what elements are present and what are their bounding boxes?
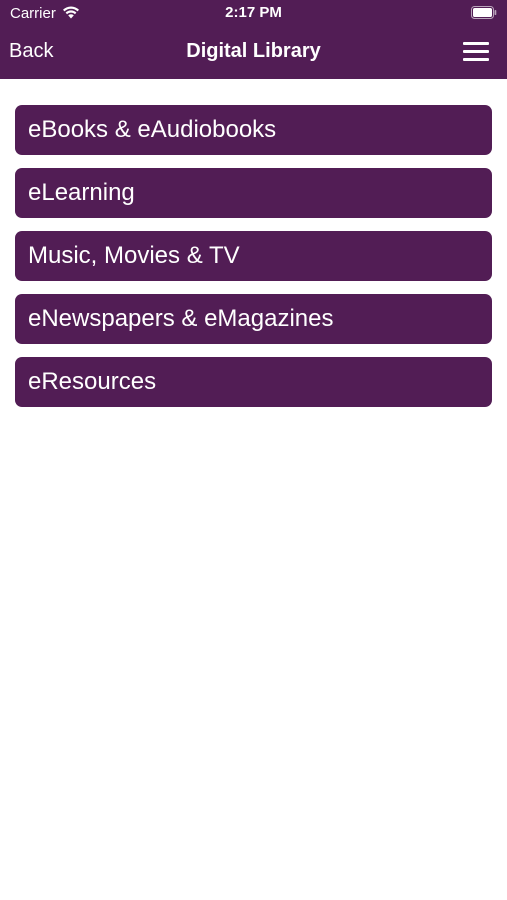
status-time: 2:17 PM [225, 4, 282, 21]
menu-item-music-movies-tv[interactable]: Music, Movies & TV [15, 231, 492, 281]
status-bar: Carrier 2:17 PM [0, 0, 507, 28]
app-screen: Carrier 2:17 PM Back Digital Library eBo… [0, 0, 507, 900]
menu-item-label: eLearning [28, 179, 135, 206]
menu-item-label: eResources [28, 368, 157, 395]
page-title: Digital Library [186, 40, 321, 62]
menu-item-eresources[interactable]: eResources [15, 357, 492, 407]
menu-item-label: Music, Movies & TV [28, 242, 240, 269]
top-bar: Carrier 2:17 PM Back Digital Library [0, 0, 507, 79]
hamburger-menu-icon[interactable] [463, 42, 489, 62]
menu-item-enewspapers-emagazines[interactable]: eNewspapers & eMagazines [15, 294, 492, 344]
menu-item-label: eNewspapers & eMagazines [28, 305, 334, 332]
menu-item-elearning[interactable]: eLearning [15, 168, 492, 218]
navigation-bar: Back Digital Library [0, 28, 507, 79]
battery-icon [471, 6, 497, 19]
digital-library-menu: eBooks & eAudiobooks eLearning Music, Mo… [15, 105, 492, 420]
menu-item-label: eBooks & eAudiobooks [28, 116, 277, 143]
menu-item-ebooks-eaudiobooks[interactable]: eBooks & eAudiobooks [15, 105, 492, 155]
